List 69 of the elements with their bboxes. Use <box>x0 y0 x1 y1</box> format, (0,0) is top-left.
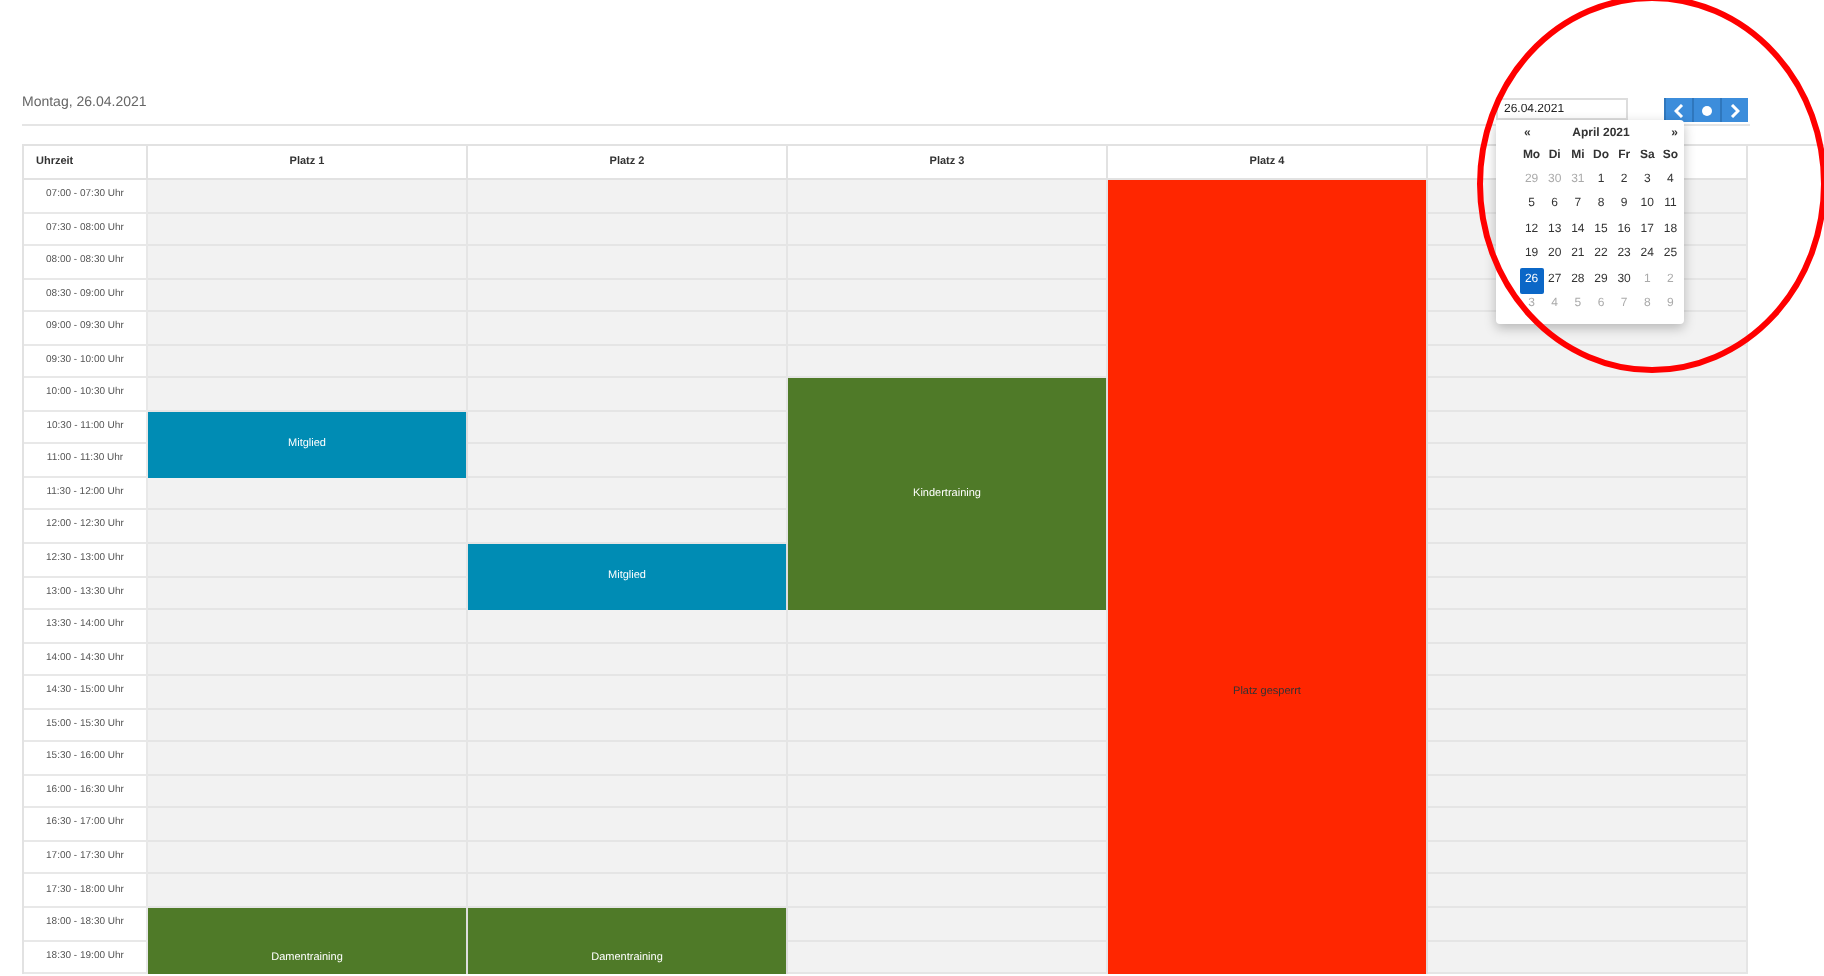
previous-button[interactable] <box>1664 98 1692 122</box>
slot-cell[interactable] <box>148 841 468 875</box>
chevron-right-icon <box>1730 103 1740 117</box>
slot-cell[interactable] <box>148 775 468 809</box>
next-button[interactable] <box>1720 98 1748 122</box>
slot-cell[interactable] <box>1428 709 1748 743</box>
slot-cell[interactable] <box>788 775 1108 809</box>
slot-cell[interactable] <box>1428 378 1748 412</box>
slot-cell[interactable] <box>788 643 1108 677</box>
slot-cell[interactable] <box>788 709 1108 743</box>
slot-cell[interactable] <box>788 908 1108 942</box>
slot-cell[interactable] <box>148 808 468 842</box>
dot-icon <box>1702 105 1712 115</box>
slot-cell[interactable] <box>788 742 1108 776</box>
slot-cell[interactable] <box>1428 544 1748 578</box>
slot-cell[interactable] <box>468 378 788 412</box>
slot-cell[interactable] <box>148 709 468 743</box>
slot-cell[interactable] <box>1428 643 1748 677</box>
slot-cell[interactable] <box>1428 742 1748 776</box>
slot-cell[interactable] <box>148 544 468 578</box>
slot-cell[interactable] <box>1428 477 1748 511</box>
slot-cell[interactable] <box>148 279 468 313</box>
today-button[interactable] <box>1692 98 1720 122</box>
slot-cell[interactable] <box>1428 908 1748 942</box>
slot-cell[interactable] <box>468 180 788 214</box>
slot-cell[interactable] <box>1428 411 1748 445</box>
slot-cell[interactable] <box>1428 874 1748 909</box>
slot-cell[interactable] <box>788 180 1108 214</box>
slot-cell[interactable] <box>468 345 788 379</box>
slot-cell[interactable] <box>788 610 1108 644</box>
slot-cell[interactable] <box>468 874 788 909</box>
slot-cell[interactable] <box>468 411 788 445</box>
slot-cell[interactable] <box>788 841 1108 875</box>
slot-cell[interactable] <box>788 312 1108 346</box>
slot-cell[interactable] <box>1428 941 1748 975</box>
slot-cell[interactable] <box>148 742 468 776</box>
slot-cell[interactable] <box>788 279 1108 313</box>
slot-cell[interactable] <box>148 577 468 611</box>
slot-cell[interactable] <box>148 246 468 280</box>
slot-cell[interactable] <box>148 610 468 644</box>
slot-cell[interactable] <box>1428 510 1748 545</box>
slot-cell[interactable] <box>1428 841 1748 875</box>
slot-cell[interactable] <box>788 676 1108 710</box>
slot-cell[interactable] <box>788 941 1108 975</box>
slot-cell[interactable] <box>468 610 788 644</box>
slot-cell[interactable] <box>1428 610 1748 644</box>
slot-cell[interactable] <box>1428 444 1748 478</box>
slot-cell[interactable] <box>148 643 468 677</box>
slot-cell[interactable] <box>148 213 468 247</box>
slot-cell[interactable] <box>148 477 468 511</box>
slot-cell[interactable] <box>788 345 1108 379</box>
slot-cell[interactable] <box>1428 676 1748 710</box>
slot-cell[interactable] <box>148 312 468 346</box>
slot-cell[interactable] <box>788 808 1108 842</box>
slot-cell[interactable] <box>148 378 468 412</box>
slot-cell[interactable] <box>148 874 468 909</box>
slot-cell[interactable] <box>788 874 1108 909</box>
slot-cell[interactable] <box>788 246 1108 280</box>
slot-cell[interactable] <box>148 180 468 214</box>
slot-cell[interactable] <box>1428 808 1748 842</box>
slot-cell[interactable] <box>468 510 788 545</box>
slot-cell[interactable] <box>468 444 788 478</box>
slot-cell[interactable] <box>1428 577 1748 611</box>
slot-cell[interactable] <box>788 213 1108 247</box>
slot-cell[interactable] <box>1428 775 1748 809</box>
slot-cell[interactable] <box>148 676 468 710</box>
slot-cell[interactable] <box>148 510 468 545</box>
slot-cell[interactable] <box>148 345 468 379</box>
slot-cell[interactable] <box>468 477 788 511</box>
